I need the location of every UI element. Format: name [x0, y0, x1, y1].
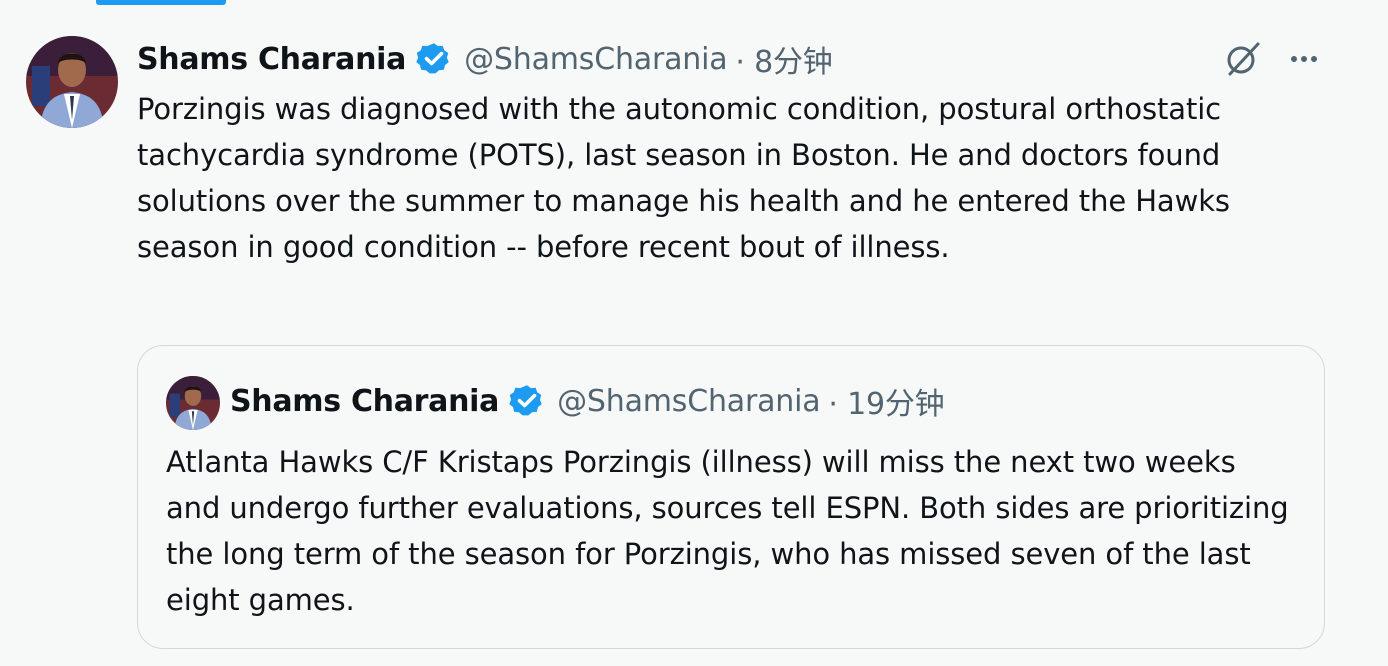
avatar-image: [26, 36, 118, 128]
tweet[interactable]: Shams Charania @ShamsCharania · 8分钟 Porz…: [0, 0, 1388, 666]
quote-avatar[interactable]: [166, 376, 220, 430]
verified-badge-icon: [509, 383, 545, 419]
quote-header: Shams Charania @ShamsCharania · 19分钟: [230, 379, 945, 423]
tweet-text: Porzingis was diagnosed with the autonom…: [137, 92, 1230, 264]
author-handle[interactable]: @ShamsCharania: [464, 42, 727, 77]
quote-timestamp[interactable]: · 19分钟: [828, 379, 944, 423]
tweet-timestamp[interactable]: · 8分钟: [735, 37, 832, 81]
author-name[interactable]: Shams Charania: [137, 42, 406, 77]
more-icon[interactable]: [1284, 45, 1324, 73]
quote-avatar-image: [166, 376, 220, 430]
avatar[interactable]: [26, 36, 118, 128]
quote-author-name[interactable]: Shams Charania: [230, 384, 499, 419]
verified-badge-icon: [416, 41, 452, 77]
grok-icon[interactable]: [1222, 38, 1264, 80]
quote-author-handle[interactable]: @ShamsCharania: [557, 384, 820, 419]
tweet-header: Shams Charania @ShamsCharania · 8分钟: [137, 37, 833, 81]
quote-text: Atlanta Hawks C/F Kristaps Porzingis (il…: [166, 445, 1289, 617]
quoted-tweet[interactable]: Shams Charania @ShamsCharania · 19分钟 Atl…: [137, 345, 1325, 649]
